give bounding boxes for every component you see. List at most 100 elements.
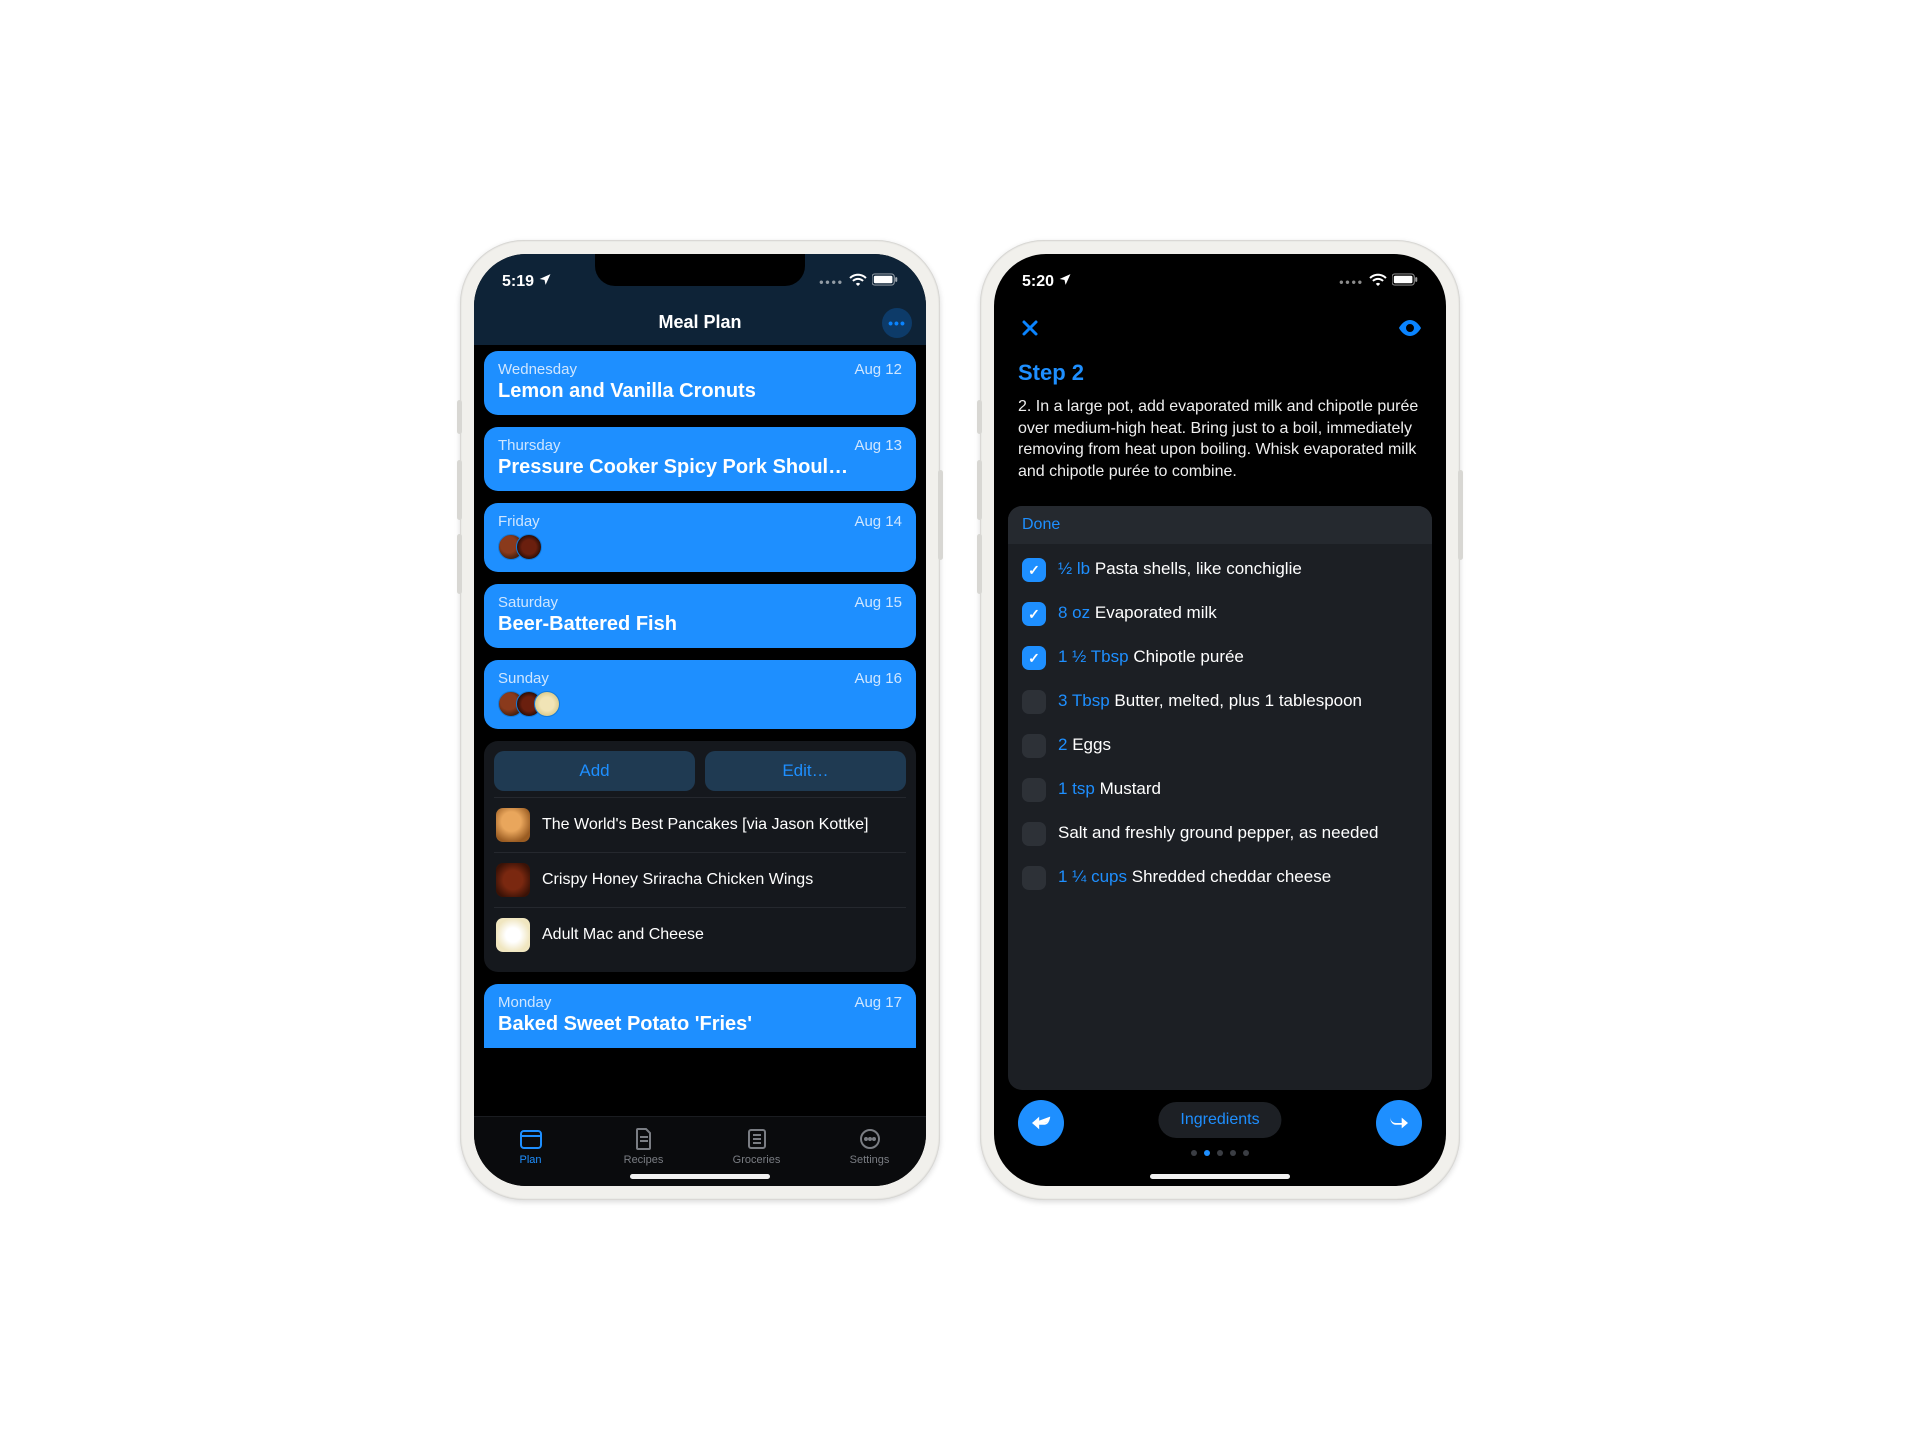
ingredient-row[interactable]: 8 oz Evaporated milk [1022,592,1418,636]
nav-header: Meal Plan ••• [474,302,926,345]
checkbox[interactable] [1022,602,1046,626]
tab-groceries[interactable]: Groceries [700,1117,813,1176]
volume-up [977,460,982,520]
ingredient-row[interactable]: 3 Tbsp Butter, melted, plus 1 tablespoon [1022,680,1418,724]
day-date: Aug 12 [854,361,902,378]
checkbox[interactable] [1022,690,1046,714]
recipe-row[interactable]: Adult Mac and Cheese [494,907,906,962]
list-icon [745,1127,769,1151]
wifi-icon [1369,273,1387,291]
ingredient-row[interactable]: 2 Eggs [1022,724,1418,768]
calendar-icon [519,1127,543,1151]
checkbox[interactable] [1022,646,1046,670]
tab-settings[interactable]: Settings [813,1117,926,1176]
day-card-thursday[interactable]: ThursdayAug 13 Pressure Cooker Spicy Por… [484,427,916,491]
mute-switch [977,400,982,434]
checkbox[interactable] [1022,866,1046,890]
day-card-wednesday[interactable]: WednesdayAug 12 Lemon and Vanilla Cronut… [484,351,916,415]
day-label: Monday [498,994,551,1011]
tab-label: Groceries [733,1154,781,1166]
ingredients-button[interactable]: Ingredients [1158,1102,1281,1138]
status-time: 5:20 [1022,273,1054,291]
day-card-sunday[interactable]: Sunday Aug 16 [484,660,916,729]
more-button[interactable]: ••• [882,308,912,338]
ingredient-text: 3 Tbsp Butter, melted, plus 1 tablespoon [1058,690,1362,712]
notch [1115,254,1325,286]
ingredient-row[interactable]: 1 ½ Tbsp Chipotle purée [1022,636,1418,680]
prev-button[interactable] [1018,1100,1064,1146]
ingredient-row[interactable]: 1 tsp Mustard [1022,768,1418,812]
ingredient-text: 1 ½ Tbsp Chipotle purée [1058,646,1244,668]
ingredient-text: ½ lb Pasta shells, like conchiglie [1058,558,1302,580]
edit-button[interactable]: Edit… [705,751,906,791]
next-button[interactable] [1376,1100,1422,1146]
step-body: 2. In a large pot, add evaporated milk a… [1018,396,1422,482]
recipe-row[interactable]: Crispy Honey Sriracha Chicken Wings [494,852,906,907]
day-meal: Beer-Battered Fish [498,613,902,636]
location-icon [1058,273,1071,291]
recipe-name: The World's Best Pancakes [via Jason Kot… [542,815,868,835]
tab-recipes[interactable]: Recipes [587,1117,700,1176]
volume-down [457,534,462,594]
day-thumbs [498,534,902,560]
checkbox[interactable] [1022,822,1046,846]
volume-down [977,534,982,594]
ingredient-text: 1 tsp Mustard [1058,778,1161,800]
step-section: Step 2 2. In a large pot, add evaporated… [994,350,1446,492]
recipe-thumb [496,863,530,897]
step-title: Step 2 [1018,360,1422,386]
checkbox[interactable] [1022,734,1046,758]
tab-label: Settings [850,1154,890,1166]
day-card-monday[interactable]: MondayAug 17 Baked Sweet Potato 'Fries' [484,984,916,1048]
battery-icon [1392,273,1418,291]
ingredient-text: 1 ¼ cups Shredded cheddar cheese [1058,866,1331,888]
document-icon [632,1127,656,1151]
day-label: Sunday [498,670,549,687]
day-label: Saturday [498,594,558,611]
ingredient-text: 8 oz Evaporated milk [1058,602,1217,624]
sunday-recipes-section: Add Edit… The World's Best Pancakes [via… [484,741,916,972]
eye-button[interactable] [1394,312,1426,344]
close-button[interactable] [1014,312,1046,344]
day-date: Aug 15 [854,594,902,611]
battery-icon [872,273,898,291]
tab-label: Plan [519,1154,541,1166]
day-label: Friday [498,513,540,530]
power-button [938,470,943,560]
day-thumbs [498,691,902,717]
recipe-name: Adult Mac and Cheese [542,925,704,945]
tab-plan[interactable]: Plan [474,1117,587,1176]
signal-dots: •••• [1339,275,1364,289]
recipe-row[interactable]: The World's Best Pancakes [via Jason Kot… [494,797,906,852]
recipe-thumb [496,918,530,952]
home-indicator[interactable] [630,1174,770,1179]
ingredient-text: 2 Eggs [1058,734,1111,756]
home-indicator[interactable] [1150,1174,1290,1179]
ingredients-panel: Done ½ lb Pasta shells, like conchiglie … [1008,506,1432,1090]
day-card-saturday[interactable]: Saturday Aug 15 Beer-Battered Fish [484,584,916,648]
status-time: 5:19 [502,273,534,291]
phone-1: 5:19 •••• Meal Plan ••• [460,240,940,1200]
done-label[interactable]: Done [1008,506,1432,544]
volume-up [457,460,462,520]
ingredient-row[interactable]: ½ lb Pasta shells, like conchiglie [1022,548,1418,592]
recipe-name: Crispy Honey Sriracha Chicken Wings [542,870,813,890]
ingredients-list[interactable]: ½ lb Pasta shells, like conchiglie 8 oz … [1008,544,1432,1090]
power-button [1458,470,1463,560]
day-date: Aug 13 [854,437,902,454]
tab-label: Recipes [624,1154,664,1166]
day-meal: Lemon and Vanilla Cronuts [498,380,902,403]
day-date: Aug 16 [854,670,902,687]
plan-scroll[interactable]: WednesdayAug 12 Lemon and Vanilla Cronut… [474,345,926,1116]
recipe-thumb [496,808,530,842]
day-card-friday[interactable]: FridayAug 14 [484,503,916,572]
checkbox[interactable] [1022,558,1046,582]
phone-2: 5:20 •••• [980,240,1460,1200]
checkbox[interactable] [1022,778,1046,802]
ingredient-row[interactable]: 1 ¼ cups Shredded cheddar cheese [1022,856,1418,900]
add-button[interactable]: Add [494,751,695,791]
more-icon [858,1127,882,1151]
mute-switch [457,400,462,434]
day-meal: Baked Sweet Potato 'Fries' [498,1013,902,1036]
ingredient-row[interactable]: Salt and freshly ground pepper, as neede… [1022,812,1418,856]
